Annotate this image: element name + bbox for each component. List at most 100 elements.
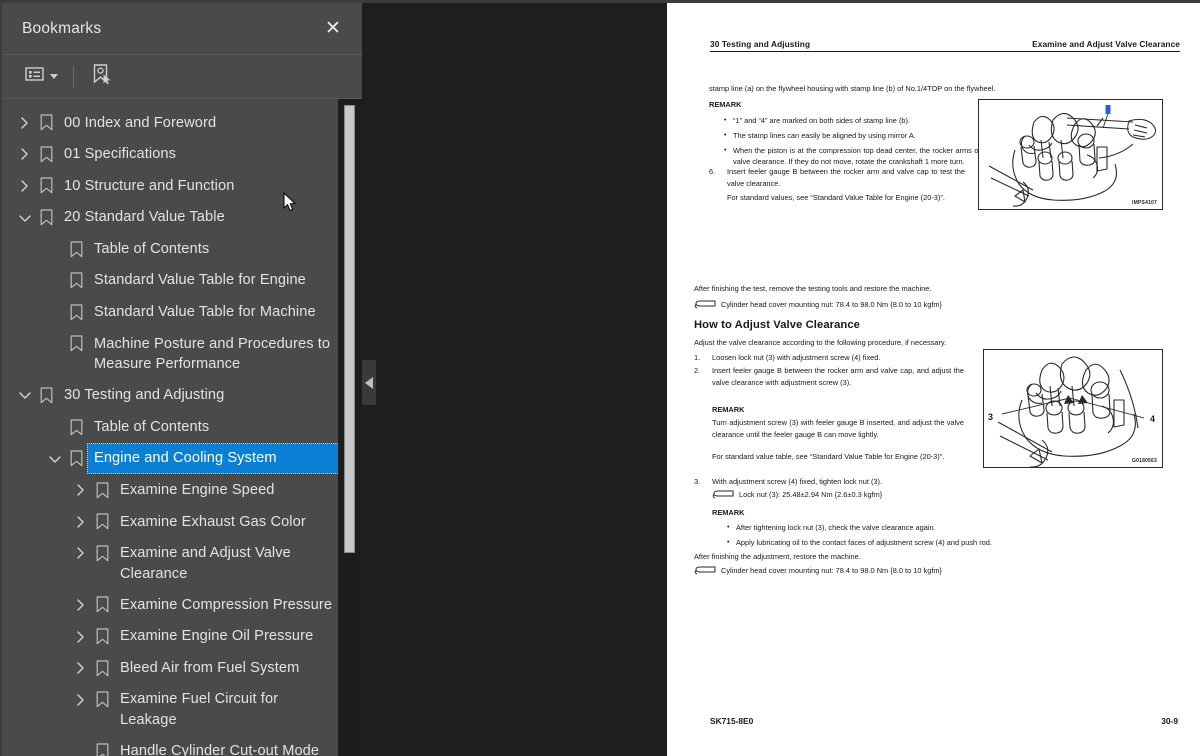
chevron-right-icon[interactable] <box>70 684 92 716</box>
bookmark-item-label: Table of Contents <box>94 240 210 257</box>
bookmarks-scrollbar-thumb[interactable] <box>344 105 355 553</box>
bookmarks-tree[interactable]: 00 Index and Foreword 01 Specifications 10… <box>2 99 362 756</box>
collapse-sidebar-button[interactable] <box>362 360 376 405</box>
bookmark-icon <box>92 506 113 538</box>
bookmark-item[interactable]: Examine Fuel Circuit for Leakage <box>2 684 362 736</box>
torque-wrench-icon <box>712 490 736 499</box>
new-bookmark-icon <box>91 63 111 90</box>
bookmarks-panel: Bookmarks ✕ 00 Index and Foreword 01 Spe… <box>0 0 362 756</box>
bookmark-icon <box>92 735 113 756</box>
chevron-right-icon[interactable] <box>70 589 92 621</box>
bookmark-item-label: Examine and Adjust Valve Clearance <box>120 545 291 582</box>
bookmark-icon <box>92 684 113 716</box>
new-bookmark-button[interactable] <box>86 60 116 93</box>
bookmark-icon <box>36 107 57 139</box>
bookmark-item-label: Examine Engine Oil Pressure <box>120 628 314 645</box>
figure-2: 3 4 G0180563 <box>983 349 1163 468</box>
bookmark-item[interactable]: Table of Contents <box>2 411 362 443</box>
chevron-right-icon[interactable] <box>70 506 92 538</box>
step-text: With adjustment screw (4) fixed, tighten… <box>712 477 883 486</box>
torque-spec-2: Lock nut (3): 25.48±2.94 Nm {2.6±0.3 kgf… <box>712 490 882 499</box>
chevron-down-icon[interactable] <box>14 380 36 412</box>
remark-3-bullets: After tightening lock nut (3), check the… <box>725 522 1145 552</box>
bookmark-icon <box>36 202 57 234</box>
bookmark-icon <box>66 443 87 475</box>
torque-spec-3-text: Cylinder head cover mounting nut: 78.4 t… <box>721 566 943 575</box>
chevron-right-icon[interactable] <box>14 170 36 202</box>
bookmark-icon <box>92 474 113 506</box>
pdf-viewer-window: Bookmarks ✕ 00 Index and Foreword 01 Spe… <box>0 0 1200 756</box>
bookmark-item[interactable]: Examine Compression Pressure <box>2 589 362 621</box>
remark-2-paragraph-2: For standard value table, see “Standard … <box>712 452 945 461</box>
bookmark-item-label: Standard Value Table for Engine <box>94 272 306 289</box>
chevron-right-icon[interactable] <box>70 474 92 506</box>
intro-paragraph: stamp line (a) on the flywheel housing w… <box>709 84 996 93</box>
chevron-right-icon[interactable] <box>70 538 92 570</box>
bookmark-item[interactable]: Examine and Adjust Valve Clearance <box>2 538 362 590</box>
bookmark-item-label: 20 Standard Value Table <box>64 209 225 226</box>
bookmark-item[interactable]: 01 Specifications <box>2 139 362 171</box>
bookmark-icon <box>66 328 87 360</box>
bookmark-icon <box>36 139 57 171</box>
step-3: 3. With adjustment screw (4) fixed, tigh… <box>694 476 994 488</box>
bookmark-item[interactable]: 00 Index and Foreword <box>2 107 362 139</box>
bookmark-item-label: Machine Posture and Procedures to Measur… <box>94 335 331 373</box>
chevron-down-icon <box>50 74 58 79</box>
torque-spec-3: Cylinder head cover mounting nut: 78.4 t… <box>694 566 942 575</box>
step-text: Insert feeler gauge B between the rocker… <box>712 366 964 387</box>
toolbar-divider <box>73 65 74 88</box>
chevron-right-icon[interactable] <box>70 621 92 653</box>
bookmark-item[interactable]: Examine Engine Speed <box>2 474 362 506</box>
chevron-right-icon[interactable] <box>70 652 92 684</box>
bookmark-item[interactable]: Bleed Air from Fuel System <box>2 652 362 684</box>
bookmark-icon <box>66 411 87 443</box>
torque-spec-2-text: Lock nut (3): 25.48±2.94 Nm {2.6±0.3 kgf… <box>739 490 883 499</box>
torque-wrench-icon <box>694 566 718 575</box>
torque-spec-1: Cylinder head cover mounting nut: 78.4 t… <box>694 300 942 309</box>
section-lead: Adjust the valve clearance according to … <box>694 338 947 347</box>
close-icon[interactable]: ✕ <box>320 16 346 42</box>
bookmark-icon <box>92 538 113 570</box>
bookmark-item[interactable]: Table of Contents <box>2 233 362 265</box>
bookmark-item[interactable]: Handle Cylinder Cut-out Mode Operation <box>2 735 362 756</box>
svg-text:4: 4 <box>1150 414 1155 424</box>
step-number: 2. <box>694 366 701 375</box>
bookmark-list-options-button[interactable] <box>20 63 63 90</box>
viewer-background <box>362 0 667 756</box>
after-adjust-line: After finishing the adjustment, restore … <box>694 552 861 561</box>
bookmark-item[interactable]: Standard Value Table for Machine <box>2 297 362 329</box>
bookmark-item[interactable]: 20 Standard Value Table <box>2 202 362 234</box>
bookmark-item[interactable]: Examine Engine Oil Pressure <box>2 621 362 653</box>
step-text: Loosen lock nut (3) with adjustment scre… <box>712 353 881 362</box>
chevron-down-icon[interactable] <box>44 443 66 475</box>
chevron-right-icon[interactable] <box>14 107 36 139</box>
bookmark-item[interactable]: 30 Testing and Adjusting <box>2 380 362 412</box>
after-test-line: After finishing the test, remove the tes… <box>694 284 932 293</box>
bookmark-icon <box>66 233 87 265</box>
bookmark-item[interactable]: 10 Structure and Function <box>2 170 362 202</box>
remark-1-title: REMARK <box>709 100 742 109</box>
bookmark-item-label: Examine Compression Pressure <box>120 596 333 613</box>
chevron-right-icon[interactable] <box>14 139 36 171</box>
bookmark-item-label: Examine Exhaust Gas Color <box>120 513 306 530</box>
bookmark-item[interactable]: Engine and Cooling System <box>2 442 362 475</box>
pdf-page[interactable]: 30 Testing and Adjusting Examine and Adj… <box>667 0 1200 756</box>
step-text: Insert feeler gauge B between the rocker… <box>727 167 965 188</box>
footer-right-text: 30-9 <box>1161 716 1178 726</box>
bookmark-item-label: Table of Contents <box>94 418 210 435</box>
step-1: 1. Loosen lock nut (3) with adjustment s… <box>694 352 964 364</box>
svg-text:3: 3 <box>988 412 993 422</box>
footer-left-text: SK715-8E0 <box>710 716 754 726</box>
bookmark-icon <box>92 652 113 684</box>
chevron-down-icon[interactable] <box>14 202 36 234</box>
bookmark-item[interactable]: Examine Exhaust Gas Color <box>2 506 362 538</box>
bookmark-item[interactable]: Machine Posture and Procedures to Measur… <box>2 328 362 380</box>
bookmarks-scrollbar[interactable] <box>338 99 362 756</box>
rocker-arm-feeler-gauge-illustration <box>988 105 1157 207</box>
bookmark-item[interactable]: Standard Value Table for Engine <box>2 265 362 297</box>
bookmark-icon <box>36 170 57 202</box>
bookmark-item-label: 30 Testing and Adjusting <box>64 387 225 404</box>
bookmark-item-label: Examine Engine Speed <box>120 481 275 498</box>
